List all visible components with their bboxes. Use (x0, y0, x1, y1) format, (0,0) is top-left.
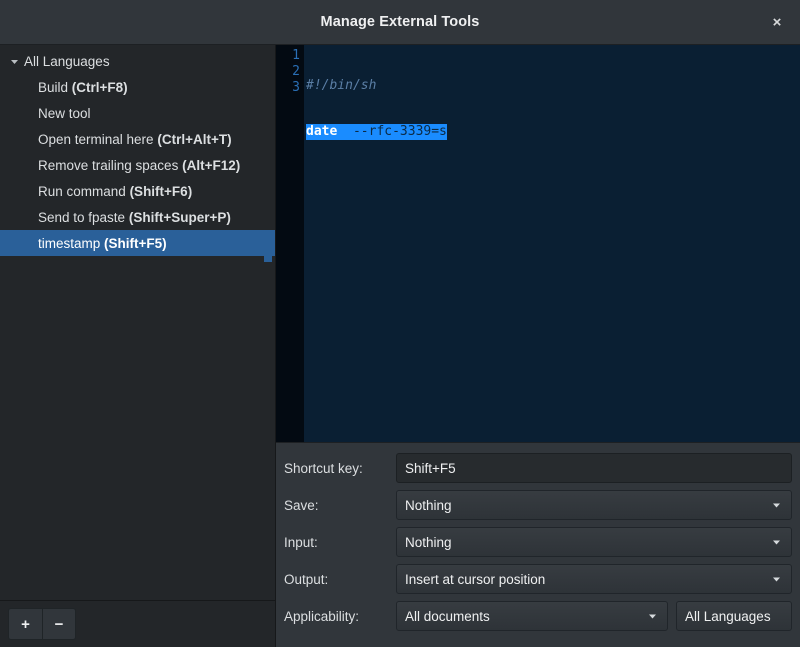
close-icon[interactable]: × (762, 7, 792, 37)
command-token: date (306, 124, 353, 139)
chevron-down-icon[interactable] (6, 53, 22, 69)
input-row: Input: Nothing (284, 527, 792, 557)
tree-item-label: Remove trailing spaces (Alt+F12) (38, 158, 240, 173)
save-label: Save: (284, 498, 388, 513)
input-label: Input: (284, 535, 388, 550)
manage-external-tools-dialog: Manage External Tools × All Languages Bu… (0, 0, 800, 647)
chevron-down-icon (771, 537, 782, 548)
code-line-3 (306, 170, 800, 186)
script-editor[interactable]: 1 2 3 #!/bin/sh date --rfc-3339=s (276, 45, 800, 442)
tools-tree[interactable]: All Languages Build (Ctrl+F8) New tool O… (0, 45, 275, 600)
line-number: 2 (276, 64, 300, 80)
save-select[interactable]: Nothing (396, 490, 792, 520)
code-line-2: date --rfc-3339=s (306, 124, 800, 140)
shortcut-key-row: Shortcut key: Shift+F5 (284, 453, 792, 483)
add-tool-button[interactable]: + (8, 608, 42, 640)
tools-sidebar: All Languages Build (Ctrl+F8) New tool O… (0, 45, 276, 647)
add-remove-button-group: + − (8, 608, 76, 640)
line-number: 3 (276, 80, 300, 96)
sidebar-scrollbar[interactable] (264, 231, 272, 262)
input-select-value: Nothing (405, 535, 452, 550)
page-title: Manage External Tools (321, 14, 480, 30)
sidebar-item-run-command[interactable]: Run command (Shift+F6) (0, 178, 275, 204)
sidebar-item-remove-trailing-spaces[interactable]: Remove trailing spaces (Alt+F12) (0, 152, 275, 178)
tree-item-label: Send to fpaste (Shift+Super+P) (38, 210, 231, 225)
chevron-down-icon (771, 500, 782, 511)
output-label: Output: (284, 572, 388, 587)
argument-token: --rfc-3339=s (353, 124, 447, 139)
line-number-gutter: 1 2 3 (276, 45, 304, 442)
chevron-down-icon (647, 611, 658, 622)
tree-item-all-languages[interactable]: All Languages (0, 48, 275, 74)
tree-item-label: timestamp (Shift+F5) (38, 236, 167, 251)
shebang-text: #!/bin/sh (306, 78, 376, 93)
tree-item-label: Build (Ctrl+F8) (38, 80, 128, 95)
sidebar-item-build[interactable]: Build (Ctrl+F8) (0, 74, 275, 100)
selected-text: date --rfc-3339=s (306, 124, 447, 140)
applicability-select-value: All documents (405, 609, 490, 624)
tree-item-label: Run command (Shift+F6) (38, 184, 192, 199)
output-select[interactable]: Insert at cursor position (396, 564, 792, 594)
output-row: Output: Insert at cursor position (284, 564, 792, 594)
titlebar: Manage External Tools × (0, 0, 800, 45)
input-select[interactable]: Nothing (396, 527, 792, 557)
dialog-body: All Languages Build (Ctrl+F8) New tool O… (0, 45, 800, 647)
sidebar-item-timestamp[interactable]: timestamp (Shift+F5) (0, 230, 275, 256)
tree-item-label: All Languages (24, 54, 110, 69)
chevron-down-icon (771, 574, 782, 585)
sidebar-toolbar: + − (0, 600, 275, 647)
output-select-value: Insert at cursor position (405, 572, 545, 587)
shortcut-key-input[interactable]: Shift+F5 (396, 453, 792, 483)
tree-item-label: Open terminal here (Ctrl+Alt+T) (38, 132, 232, 147)
applicability-label: Applicability: (284, 609, 388, 624)
sidebar-item-new-tool[interactable]: New tool (0, 100, 275, 126)
remove-tool-button[interactable]: − (42, 608, 76, 640)
applicability-row: Applicability: All documents All Languag… (284, 601, 792, 631)
sidebar-item-open-terminal-here[interactable]: Open terminal here (Ctrl+Alt+T) (0, 126, 275, 152)
applicability-select[interactable]: All documents (396, 601, 668, 631)
line-number: 1 (276, 48, 300, 64)
save-row: Save: Nothing (284, 490, 792, 520)
code-area[interactable]: #!/bin/sh date --rfc-3339=s (304, 45, 800, 442)
applicability-language-field[interactable]: All Languages (676, 601, 792, 631)
tree-item-label: New tool (38, 106, 91, 121)
code-line-1: #!/bin/sh (306, 78, 800, 94)
editor-and-form-column: 1 2 3 #!/bin/sh date --rfc-3339=s Shortc… (276, 45, 800, 647)
tool-properties-form: Shortcut key: Shift+F5 Save: Nothing Inp… (276, 442, 800, 647)
shortcut-key-label: Shortcut key: (284, 461, 388, 476)
sidebar-item-send-to-fpaste[interactable]: Send to fpaste (Shift+Super+P) (0, 204, 275, 230)
save-select-value: Nothing (405, 498, 452, 513)
